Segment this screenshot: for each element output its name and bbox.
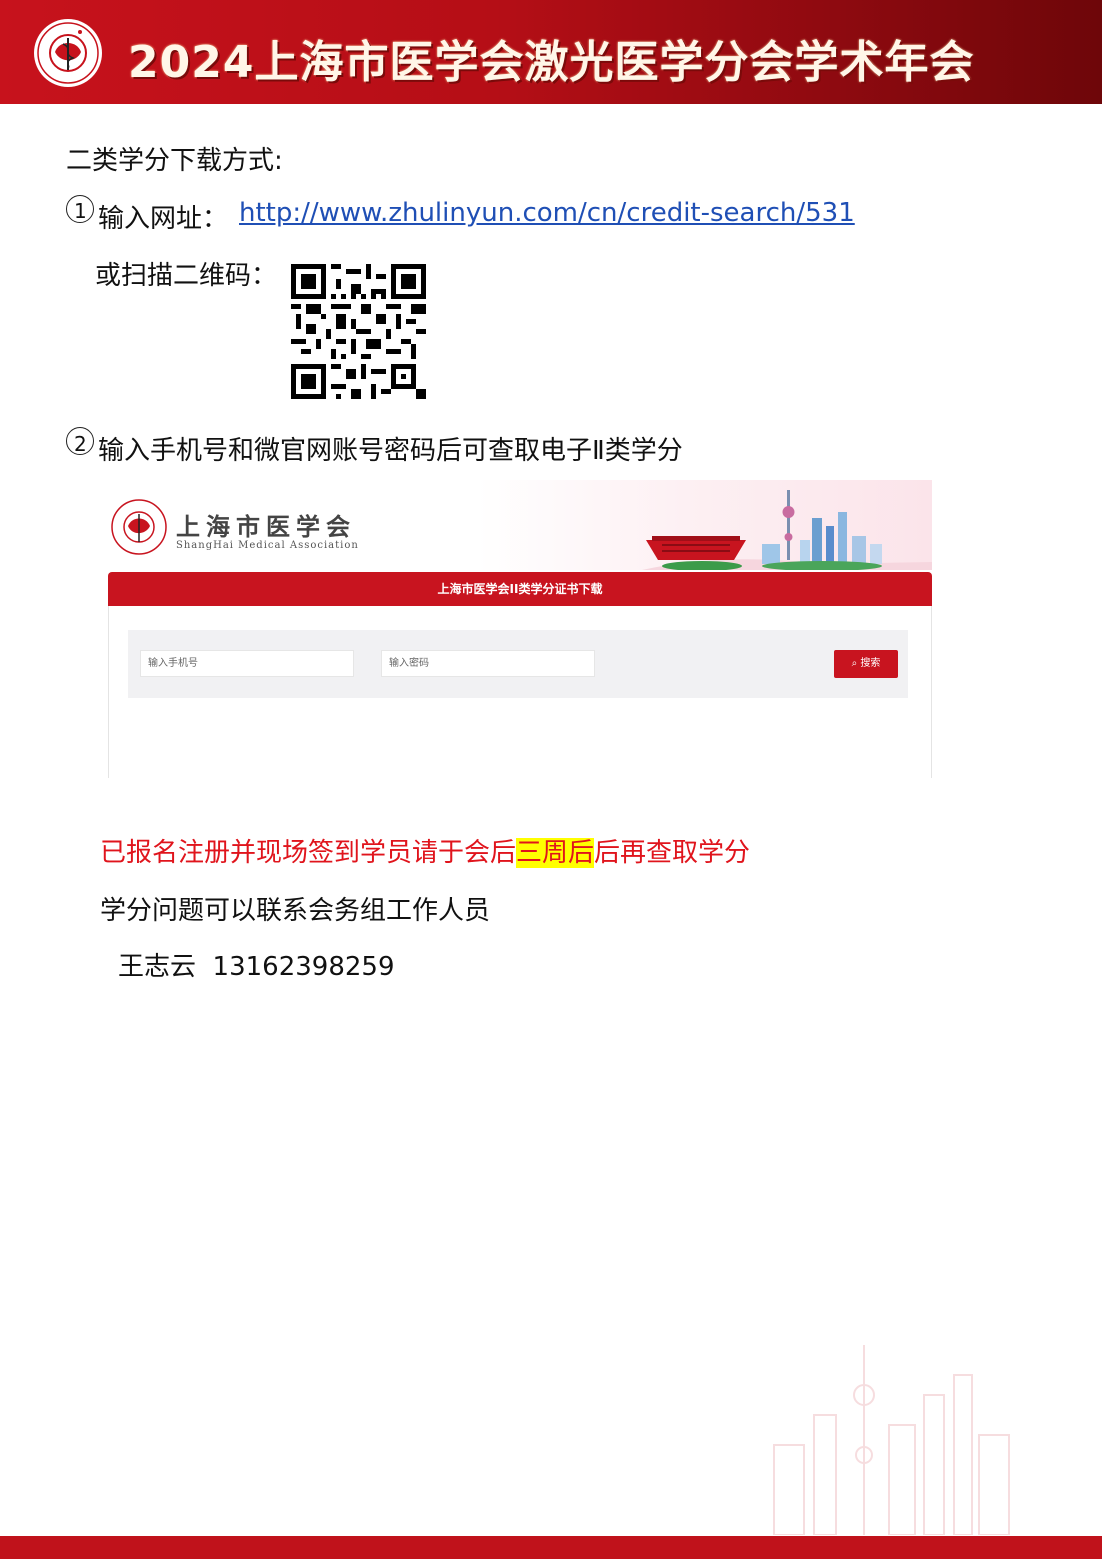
city-skyline-illustration — [642, 490, 932, 570]
step-2-label: 输入手机号和微官网账号密码后可查取电子Ⅱ类学分 — [98, 436, 683, 466]
contact-name: 王志云 — [118, 952, 197, 982]
skyline-decoration — [773, 1345, 1010, 1535]
medical-association-logo — [34, 19, 102, 87]
contact-person: 王志云 13162398259 — [118, 946, 395, 983]
portal-screenshot: 上海市医学会 ShangHai Medical Association 上海市医… — [106, 480, 932, 778]
portal-header: 上海市医学会 ShangHai Medical Association — [106, 480, 932, 570]
download-heading: 二类学分下载方式: — [66, 146, 283, 176]
notice-text-2: 后再查取学分 — [594, 838, 751, 868]
banner-title: 2024上海市医学会激光医学分会学术年会 — [128, 37, 975, 88]
search-button[interactable]: ⌕ 搜索 — [834, 650, 898, 678]
notice-line: 已报名注册并现场签到学员请于会后三周后后再查取学分 — [100, 832, 750, 869]
header-banner: 2024上海市医学会激光医学分会学术年会 — [0, 0, 1102, 104]
portal-title: 上海市医学会II类学分证书下载 — [437, 582, 603, 596]
portal-org-name: 上海市医学会 — [176, 512, 356, 541]
step-1-label: 输入网址： — [98, 204, 229, 234]
portal-org-name-en: ShangHai Medical Association — [176, 540, 359, 551]
contact-phone: 13162398259 — [212, 952, 395, 982]
portal-title-bar: 上海市医学会II类学分证书下载 — [108, 572, 932, 606]
search-icon: ⌕ — [851, 658, 858, 669]
search-panel: 输入手机号 输入密码 ⌕ 搜索 — [128, 630, 908, 698]
phone-input[interactable]: 输入手机号 — [140, 650, 354, 677]
qr-label: 或扫描二维码： — [95, 261, 278, 291]
step-2-number: 2 — [74, 432, 87, 456]
qr-code[interactable] — [291, 264, 426, 399]
notice-text-1: 已报名注册并现场签到学员请于会后 — [100, 838, 517, 868]
credit-search-link[interactable]: http://www.zhulinyun.com/cn/credit-searc… — [239, 198, 855, 228]
notice-highlight: 三周后 — [516, 838, 595, 868]
portal-logo — [111, 499, 167, 555]
footer-bar — [0, 1536, 1102, 1559]
step-1-number: 1 — [74, 199, 87, 223]
contact-line: 学分问题可以联系会务组工作人员 — [100, 896, 491, 926]
search-button-label: 搜索 — [860, 658, 881, 669]
password-input[interactable]: 输入密码 — [381, 650, 595, 677]
